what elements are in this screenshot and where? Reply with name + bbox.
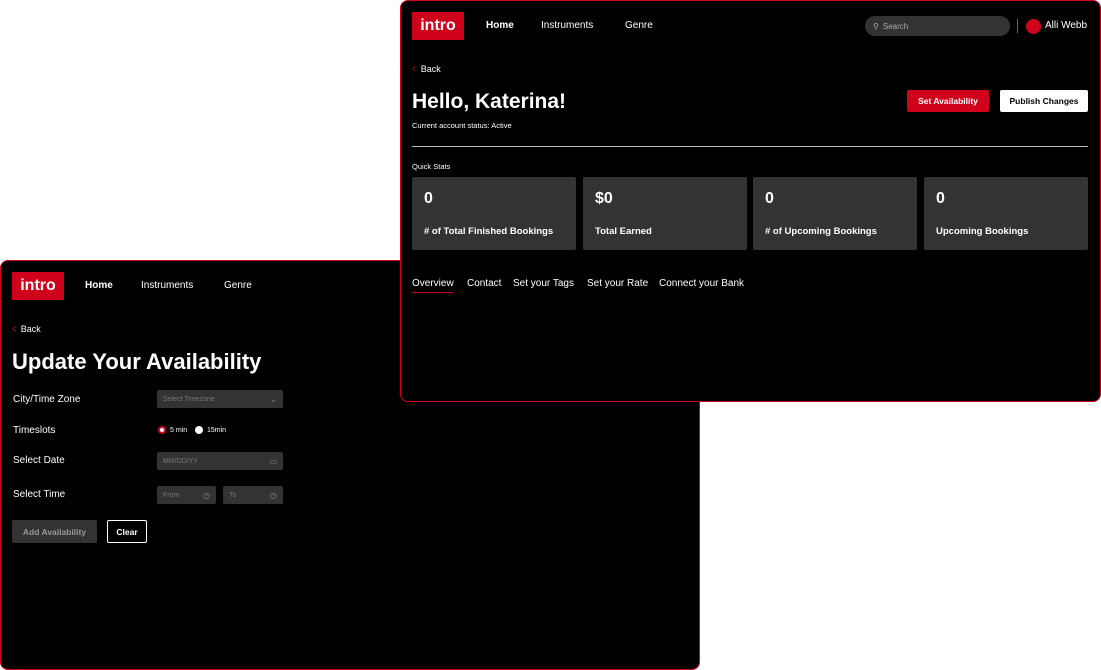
timezone-label: City/Time Zone [13,394,81,405]
time-label: Select Time [13,489,66,500]
time-from-input[interactable]: From ◷ [157,486,216,504]
account-status: Current account status: Active [412,121,512,130]
logo[interactable]: intro [12,272,64,300]
time-to-input[interactable]: To ◷ [223,486,283,504]
nav-instruments[interactable]: Instruments [141,280,193,291]
logo[interactable]: intro [412,12,464,40]
clock-icon: ◷ [203,490,210,500]
nav-instruments[interactable]: Instruments [541,20,593,31]
user-name[interactable]: Alli Webb [1045,20,1087,31]
back-link[interactable]: ‹ Back [12,323,41,335]
page-title: Hello, Katerina! [412,90,567,113]
back-label: Back [420,64,441,74]
radio-5min[interactable]: 5 min [158,426,187,434]
nav-genre[interactable]: Genre [224,280,252,291]
tab-tags[interactable]: Set your Tags [513,278,574,289]
slot-15-label: 15min [207,426,227,434]
clear-button[interactable]: Clear [107,520,147,543]
stat-label: # of Total Finished Bookings [424,226,554,237]
quick-stats-heading: Quick Stats [412,162,451,171]
timezone-select[interactable]: Select Timezone ⌄ [157,390,283,408]
date-placeholder: MM/DD/YY [163,457,198,465]
avatar[interactable] [1026,19,1041,34]
timeslots-label: Timeslots [13,425,56,436]
stat-card: $0 Total Earned [583,177,747,250]
search-placeholder: Search [882,21,909,31]
section-divider [412,146,1088,147]
tab-contact[interactable]: Contact [467,278,501,289]
to-placeholder: To [229,491,237,499]
date-input[interactable]: MM/DD/YY ▭ [157,452,283,470]
search-icon: ⚲ [873,21,879,31]
from-placeholder: From [163,491,180,499]
tab-overview[interactable]: Overview [412,278,454,293]
stat-card: 0 Upcoming Bookings [924,177,1088,250]
stat-label: Total Earned [595,226,652,237]
nav-home[interactable]: Home [486,20,514,31]
stat-value: 0 [424,190,433,207]
date-label: Select Date [13,455,65,466]
stat-card: 0 # of Upcoming Bookings [753,177,917,250]
stat-value: 0 [765,190,774,207]
chevron-left-icon: ‹ [412,63,416,75]
dashboard-window: intro Home Instruments Genre ⚲ Search All… [400,0,1101,402]
stat-value: $0 [595,190,613,207]
radio-icon [195,426,203,434]
stat-value: 0 [936,190,945,207]
page-title: Update Your Availability [12,349,262,374]
clock-icon: ◷ [270,490,277,500]
search-input[interactable]: ⚲ Search [865,16,1010,36]
set-availability-button[interactable]: Set Availability [907,90,989,112]
nav-home[interactable]: Home [85,280,113,291]
slot-5-label: 5 min [170,426,188,434]
radio-selected-icon [158,426,166,434]
back-link[interactable]: ‹ Back [412,63,441,75]
publish-changes-button[interactable]: Publish Changes [1000,90,1088,112]
divider [1017,19,1018,33]
calendar-icon: ▭ [269,456,277,466]
stat-label: Upcoming Bookings [936,226,1029,237]
chevron-left-icon: ‹ [12,323,16,335]
radio-15min[interactable]: 15min [195,426,226,434]
tab-rate[interactable]: Set your Rate [587,278,648,289]
stat-label: # of Upcoming Bookings [765,226,877,237]
chevron-down-icon: ⌄ [270,394,277,404]
tab-bank[interactable]: Connect your Bank [659,278,744,289]
timezone-placeholder: Select Timezone [163,395,215,403]
back-label: Back [20,324,41,334]
nav-genre[interactable]: Genre [625,20,653,31]
add-availability-button[interactable]: Add Availability [12,520,97,543]
stat-card: 0 # of Total Finished Bookings [412,177,576,250]
